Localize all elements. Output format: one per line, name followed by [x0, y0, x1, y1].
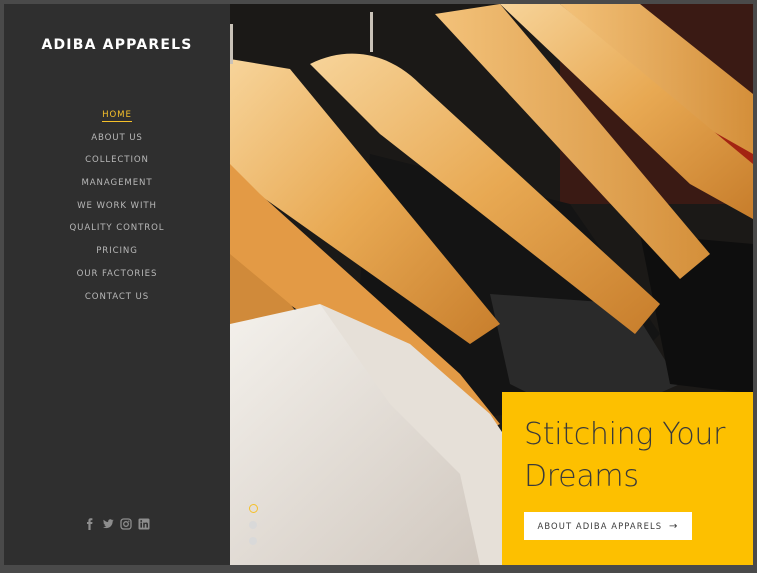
slider-dot[interactable] [249, 521, 257, 529]
brand-logo[interactable]: ADIBA APPARELS [4, 37, 230, 53]
nav-item-management[interactable]: MANAGEMENT [4, 172, 230, 195]
hero-card: Stitching Your Dreams ABOUT ADIBA APPARE… [502, 392, 753, 565]
nav-item-home[interactable]: HOME [4, 104, 230, 127]
nav-item-our-factories[interactable]: OUR FACTORIES [4, 263, 230, 286]
hero-headline-line1: Stitching Your [524, 417, 726, 452]
page-frame: ADIBA APPARELS HOME ABOUT US COLLECTION … [4, 4, 753, 565]
nav-item-collection[interactable]: COLLECTION [4, 149, 230, 172]
slider-dots [248, 504, 262, 553]
main-nav: HOME ABOUT US COLLECTION MANAGEMENT WE W… [4, 104, 230, 308]
nav-item-label: CONTACT US [84, 291, 150, 302]
nav-item-we-work-with[interactable]: WE WORK WITH [4, 195, 230, 218]
slider-dot[interactable] [249, 504, 258, 513]
nav-item-label: PRICING [96, 246, 138, 257]
nav-item-label: OUR FACTORIES [76, 268, 158, 279]
nav-item-about-us[interactable]: ABOUT US [4, 127, 230, 150]
nav-item-label: MANAGEMENT [81, 178, 153, 189]
about-adiba-apparels-button[interactable]: ABOUT ADIBA APPARELS → [524, 512, 692, 540]
nav-item-contact-us[interactable]: CONTACT US [4, 286, 230, 309]
hero-headline-line2: Dreams [524, 459, 639, 494]
hero-headline: Stitching Your Dreams [524, 414, 744, 498]
nav-item-label: ABOUT US [91, 132, 143, 143]
sidebar: ADIBA APPARELS HOME ABOUT US COLLECTION … [4, 4, 230, 565]
nav-item-label: WE WORK WITH [77, 200, 157, 211]
facebook-icon[interactable] [84, 518, 96, 530]
social-links [4, 518, 230, 530]
nav-item-quality-control[interactable]: QUALITY CONTROL [4, 217, 230, 240]
cta-label: ABOUT ADIBA APPARELS [537, 521, 663, 531]
instagram-icon[interactable] [120, 518, 132, 530]
nav-item-label: HOME [102, 110, 132, 122]
slider-dot[interactable] [249, 537, 257, 545]
arrow-right-icon: → [669, 521, 679, 532]
nav-item-label: QUALITY CONTROL [69, 223, 165, 234]
nav-item-pricing[interactable]: PRICING [4, 240, 230, 263]
twitter-icon[interactable] [102, 518, 114, 530]
linkedin-icon[interactable] [138, 518, 150, 530]
nav-item-label: COLLECTION [85, 155, 149, 166]
